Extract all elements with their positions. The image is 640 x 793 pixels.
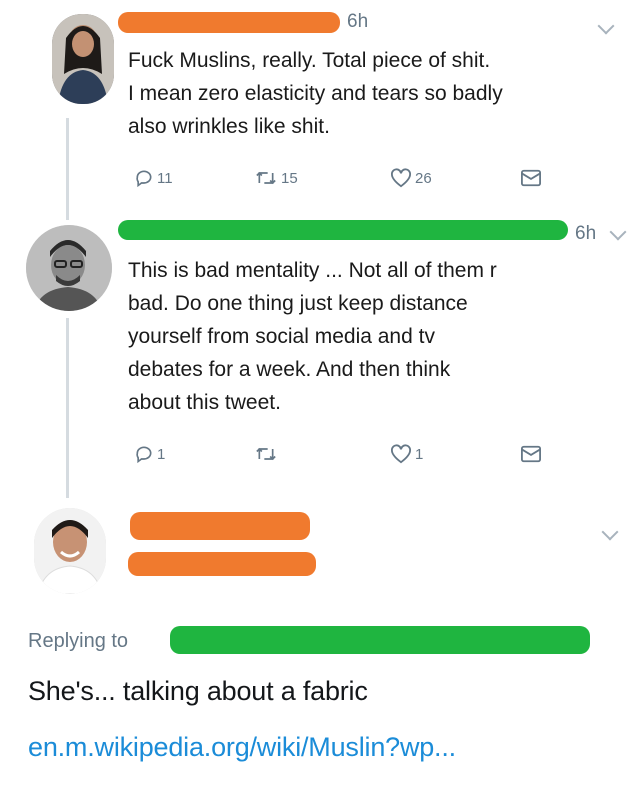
chevron-down-icon[interactable]	[597, 17, 615, 35]
retweet-icon	[256, 171, 276, 185]
chevron-down-icon[interactable]	[609, 223, 627, 241]
reply-icon	[136, 446, 152, 464]
reply-button[interactable]: 11	[134, 168, 173, 188]
message-icon	[521, 445, 541, 463]
like-button[interactable]: 1	[390, 444, 423, 464]
reply-button[interactable]: 1	[134, 444, 165, 464]
like-count: 1	[415, 445, 424, 463]
like-icon	[391, 444, 411, 464]
message-icon	[521, 169, 541, 187]
retweet-button[interactable]	[254, 444, 281, 464]
avatar-photo	[34, 508, 106, 594]
tweet-2-avatar[interactable]	[26, 225, 112, 311]
reply-text: She's... talking about a fabric	[28, 676, 368, 706]
chevron-down-icon[interactable]	[601, 523, 619, 541]
redacted-username	[118, 12, 340, 33]
wikipedia-link[interactable]: en.m.wikipedia.org/wiki/Muslin?wp...	[28, 732, 456, 763]
thread-line	[66, 118, 69, 208]
avatar-photo	[52, 14, 114, 104]
like-icon	[391, 168, 411, 188]
tweet-1-text: Fuck Muslins, really. Total piece of shi…	[128, 49, 503, 138]
tweet-1-actions: 11 15 26	[134, 168, 554, 192]
like-button[interactable]: 26	[390, 168, 432, 188]
redacted-mention	[170, 626, 590, 654]
redacted-handle	[128, 552, 316, 576]
redacted-username	[118, 220, 568, 240]
tweet-1-avatar[interactable]	[52, 14, 114, 104]
tweet-2-actions: 1 1	[134, 444, 554, 468]
retweet-count: 15	[281, 169, 298, 187]
reply-icon	[136, 170, 152, 188]
message-button[interactable]	[520, 168, 542, 188]
like-count: 26	[415, 169, 432, 187]
thread-line	[66, 200, 69, 220]
tweet-2-time: 6h	[575, 223, 597, 244]
retweet-button[interactable]: 15	[254, 168, 298, 188]
message-button[interactable]	[520, 444, 542, 464]
retweet-icon	[256, 447, 276, 461]
reply-count: 11	[157, 169, 173, 187]
avatar-photo	[26, 225, 112, 311]
reply-count: 1	[157, 445, 166, 463]
reply-avatar[interactable]	[34, 508, 106, 594]
replying-to-label: Replying to	[28, 630, 129, 652]
thread-line	[66, 318, 69, 498]
tweet-1-time: 6h	[347, 11, 369, 32]
tweet-2-text: This is bad mentality ... Not all of the…	[128, 259, 497, 414]
redacted-username	[130, 512, 310, 540]
